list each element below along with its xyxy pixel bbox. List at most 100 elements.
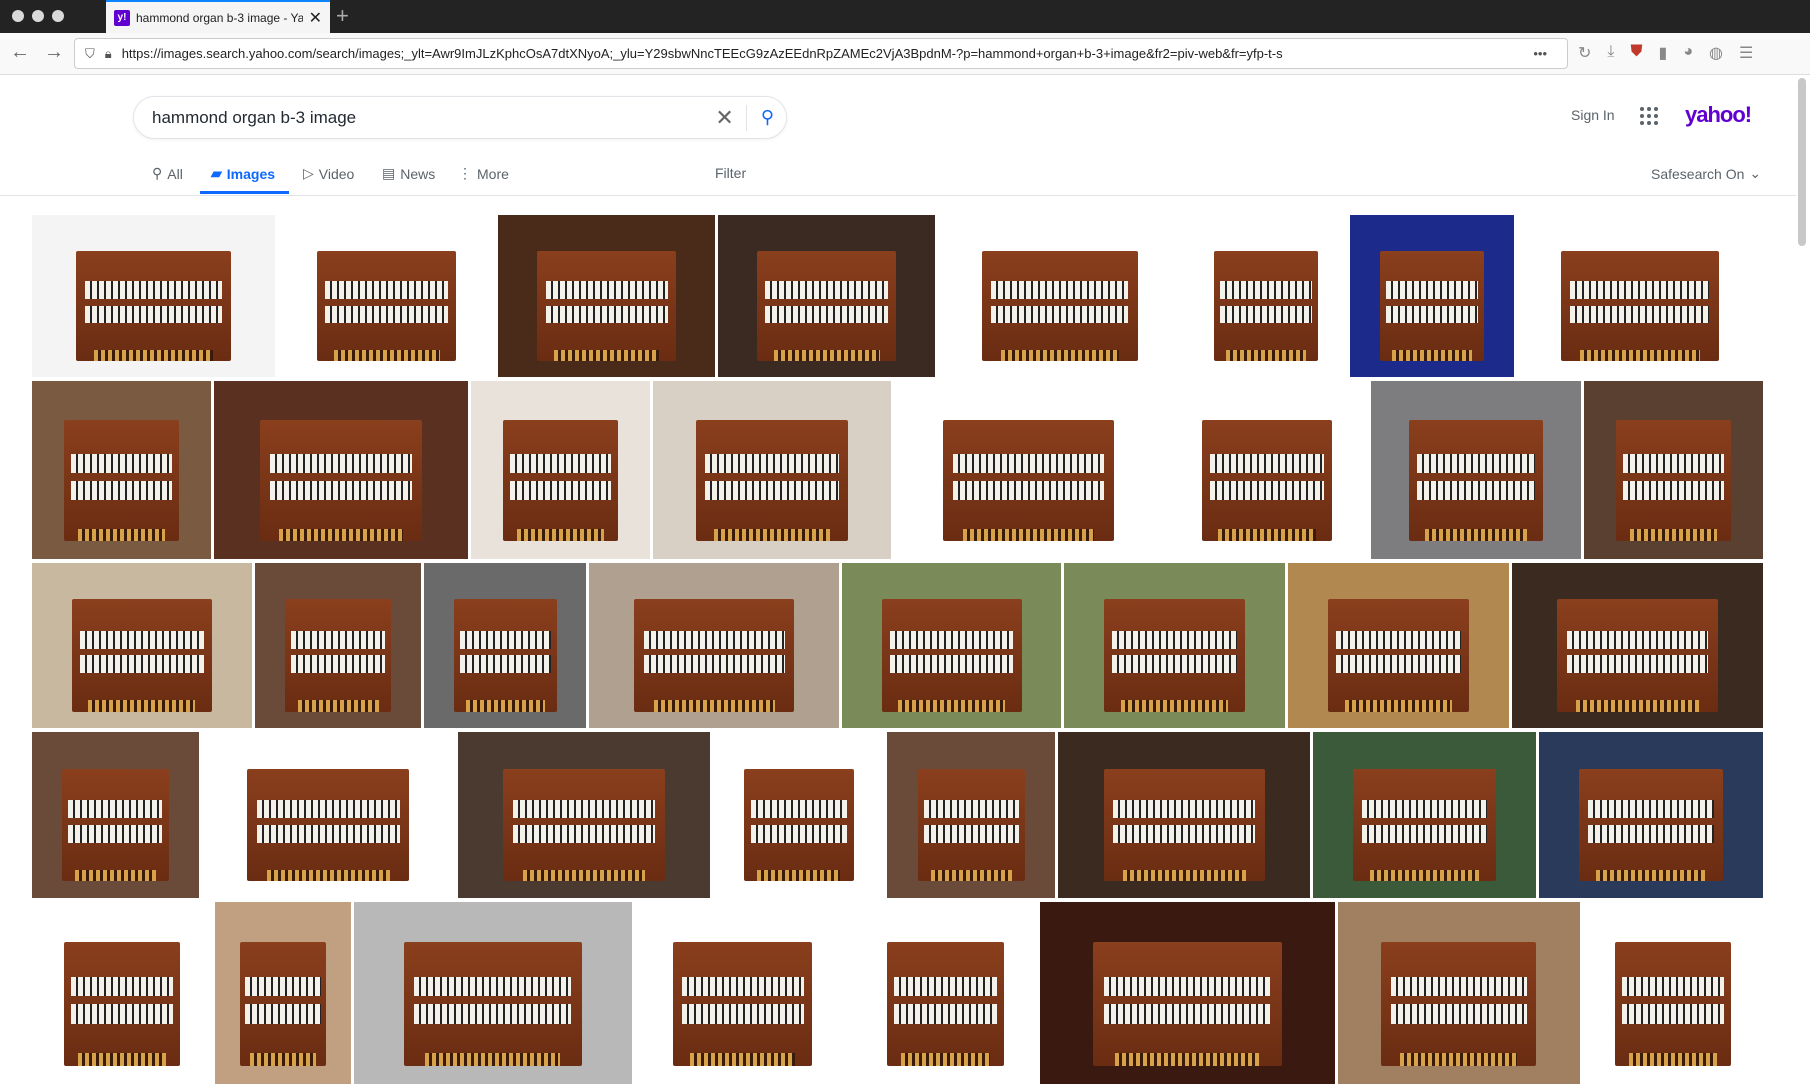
tab-images[interactable]: ▰ Images	[211, 165, 275, 182]
chevron-down-icon: ⌄	[1749, 165, 1762, 181]
image-result[interactable]	[589, 563, 840, 728]
address-bar[interactable]: ⛉ 🔒︎ https://images.search.yahoo.com/sea…	[74, 38, 1568, 69]
image-result[interactable]	[1582, 902, 1763, 1084]
tab-label: News	[400, 165, 436, 182]
tab-label: Images	[226, 165, 276, 182]
yahoo-logo[interactable]: yahoo!	[1685, 102, 1752, 128]
image-result[interactable]	[470, 381, 651, 559]
new-tab-icon[interactable]: +	[336, 3, 349, 29]
image-result[interactable]	[201, 732, 455, 898]
image-result[interactable]	[424, 563, 587, 728]
tab-all[interactable]: ⚲ All	[152, 165, 183, 182]
extension-icon[interactable]: ▮	[1659, 43, 1668, 63]
results-row	[32, 902, 1763, 1084]
image-result[interactable]	[1371, 381, 1581, 559]
filter-button[interactable]: Filter	[715, 165, 746, 181]
active-tab-indicator	[200, 191, 289, 194]
menu-icon[interactable]: ☰	[1739, 43, 1753, 63]
browser-toolbar: ← → ⛉ 🔒︎ https://images.search.yahoo.com…	[0, 33, 1810, 75]
scrollbar[interactable]	[1798, 78, 1806, 246]
image-result[interactable]	[353, 902, 632, 1084]
search-icon[interactable]: ⚲	[747, 107, 774, 128]
filter-label: Filter	[715, 165, 747, 181]
image-result[interactable]	[887, 732, 1056, 898]
image-result[interactable]	[1313, 732, 1536, 898]
results-row	[32, 381, 1763, 559]
reload-icon[interactable]: ↻	[1578, 43, 1591, 63]
image-result[interactable]	[1337, 902, 1580, 1084]
organ-thumbnail	[71, 599, 213, 712]
image-result[interactable]	[938, 215, 1182, 377]
search-icon: ⚲	[152, 165, 163, 181]
extension-icon[interactable]: ◕	[1683, 43, 1693, 63]
organ-thumbnail	[537, 250, 676, 361]
image-result[interactable]	[254, 563, 422, 728]
search-input[interactable]	[152, 107, 704, 128]
play-icon: ▷	[303, 165, 314, 181]
clear-icon[interactable]: ✕	[703, 104, 747, 131]
image-result[interactable]	[713, 732, 885, 898]
image-result[interactable]	[1287, 563, 1509, 728]
organ-thumbnail	[239, 942, 327, 1066]
forward-icon[interactable]: →	[44, 41, 64, 64]
image-result[interactable]	[653, 381, 892, 559]
organ-thumbnail	[1615, 420, 1731, 542]
image-result[interactable]	[457, 732, 711, 898]
organ-thumbnail	[634, 599, 795, 712]
safesearch-dropdown[interactable]: Safesearch On ⌄	[1651, 165, 1761, 182]
image-result[interactable]	[32, 215, 275, 377]
download-icon[interactable]: ⤓	[1607, 43, 1614, 63]
url-text[interactable]: https://images.search.yahoo.com/search/i…	[122, 46, 1534, 61]
image-result[interactable]	[1063, 563, 1285, 728]
image-result[interactable]	[32, 732, 199, 898]
image-result[interactable]	[32, 381, 212, 559]
image-result[interactable]	[214, 381, 468, 559]
tab-news[interactable]: ▤ News	[382, 165, 435, 182]
tab-label: All	[167, 165, 183, 182]
divider	[0, 195, 1796, 196]
back-icon[interactable]: ←	[10, 41, 30, 64]
organ-thumbnail	[503, 768, 665, 882]
image-results-grid	[32, 215, 1764, 1088]
image-result[interactable]	[842, 563, 1061, 728]
image-result[interactable]	[634, 902, 851, 1084]
window-controls[interactable]	[12, 10, 64, 22]
image-result[interactable]	[1511, 563, 1764, 728]
page-actions-icon[interactable]: •••	[1533, 46, 1547, 61]
image-result[interactable]	[1058, 732, 1311, 898]
image-result[interactable]	[498, 215, 715, 377]
image-result[interactable]	[1516, 215, 1764, 377]
image-result[interactable]	[1538, 732, 1764, 898]
organ-thumbnail	[1103, 599, 1246, 712]
image-result[interactable]	[1350, 215, 1514, 377]
image-result[interactable]	[1039, 902, 1335, 1084]
image-result[interactable]	[32, 563, 252, 728]
sign-in-link[interactable]: Sign In	[1571, 107, 1615, 123]
image-result[interactable]	[1184, 215, 1348, 377]
tab-video[interactable]: ▷ Video	[303, 165, 354, 182]
organ-thumbnail	[502, 420, 618, 542]
image-result[interactable]	[717, 215, 936, 377]
image-result[interactable]	[1165, 381, 1369, 559]
browser-tab[interactable]: y! hammond organ b-3 image - Yahoo ✕	[106, 0, 330, 33]
shield-icon[interactable]: ⛉	[85, 46, 95, 62]
organ-thumbnail	[1615, 942, 1731, 1066]
image-result[interactable]	[853, 902, 1037, 1084]
image-result[interactable]	[32, 902, 213, 1084]
extension-icon[interactable]: ◍	[1709, 43, 1723, 63]
more-icon: ⋮	[458, 165, 472, 181]
organ-thumbnail	[756, 250, 897, 361]
apps-grid-icon[interactable]	[1640, 107, 1658, 125]
tab-more[interactable]: ⋮ More	[458, 165, 509, 182]
image-result[interactable]	[1583, 381, 1763, 559]
organ-thumbnail	[64, 420, 180, 542]
organ-thumbnail	[695, 420, 849, 542]
close-tab-icon[interactable]: ✕	[309, 8, 322, 28]
tab-title: hammond organ b-3 image - Yahoo	[136, 10, 303, 25]
news-icon: ▤	[382, 165, 396, 181]
image-result[interactable]	[215, 902, 351, 1084]
lock-icon[interactable]: 🔒︎	[105, 46, 112, 62]
image-result[interactable]	[277, 215, 496, 377]
ublock-icon[interactable]: ⛊	[1630, 43, 1642, 63]
image-result[interactable]	[894, 381, 1163, 559]
